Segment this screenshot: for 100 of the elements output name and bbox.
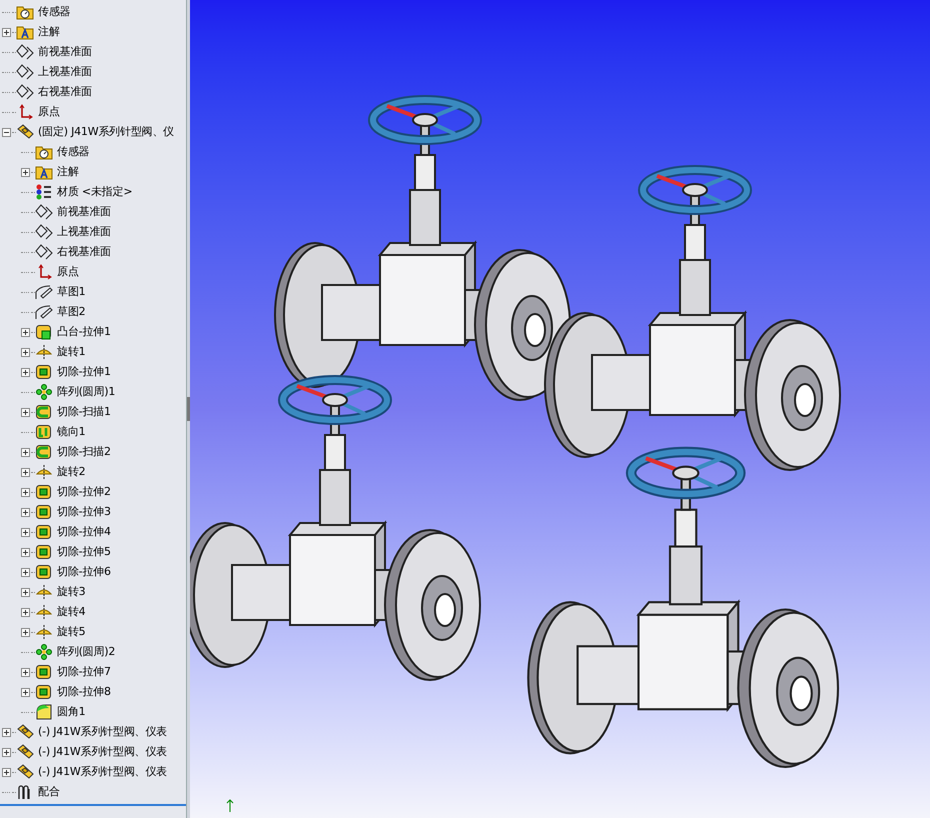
extrude-boss-icon xyxy=(35,324,53,340)
tree-item-label[interactable]: 材质 <未指定> xyxy=(57,184,132,200)
expand-toggle[interactable] xyxy=(20,628,30,636)
tree-item-label[interactable]: 切除-拉伸5 xyxy=(57,544,111,560)
tree-item-label[interactable]: 切除-扫描1 xyxy=(57,404,111,420)
sweep-cut-icon xyxy=(35,444,53,460)
plane-icon xyxy=(35,204,53,220)
tree-item-label[interactable]: 切除-拉伸6 xyxy=(57,564,111,580)
part-blocks-icon xyxy=(16,124,34,140)
expand-toggle[interactable] xyxy=(20,528,30,536)
plane-icon xyxy=(35,244,53,260)
tree-item-label[interactable]: 圆角1 xyxy=(57,704,86,720)
tree-item-label[interactable]: 上视基准面 xyxy=(57,224,112,240)
tree-item-label[interactable]: 切除-拉伸3 xyxy=(57,504,111,520)
tree-item-label[interactable]: 草图1 xyxy=(57,284,86,300)
revolve-icon xyxy=(35,464,53,480)
tree-item-label[interactable]: 右视基准面 xyxy=(38,84,92,100)
tree-item-label[interactable]: (固定) J41W系列针型阀、仪 xyxy=(38,124,174,140)
tree-item-label[interactable]: 上视基准面 xyxy=(38,64,92,80)
folder-letter-icon xyxy=(16,24,34,40)
expand-toggle[interactable] xyxy=(20,168,30,176)
revolve-icon xyxy=(35,604,53,620)
tree-item-label[interactable]: 前视基准面 xyxy=(38,44,92,60)
tree-item-label[interactable]: 草图2 xyxy=(57,304,86,320)
tree-item-label[interactable]: 阵列(圆周)1 xyxy=(57,384,116,400)
tree-item-label[interactable]: 切除-拉伸2 xyxy=(57,484,111,500)
tree-item-label[interactable]: 切除-拉伸4 xyxy=(57,524,111,540)
extrude-cut-icon xyxy=(35,684,53,700)
tree-item-label[interactable]: 传感器 xyxy=(57,144,90,160)
expand-toggle[interactable] xyxy=(20,408,30,416)
expand-toggle[interactable] xyxy=(2,728,10,736)
plane-icon xyxy=(16,84,34,100)
expand-toggle[interactable] xyxy=(20,348,30,356)
tree-item-label[interactable]: 原点 xyxy=(57,264,79,280)
part-blocks-icon xyxy=(16,764,34,780)
tree-item-label[interactable]: 旋转4 xyxy=(57,604,86,620)
tree-item-label[interactable]: 切除-扫描2 xyxy=(57,444,111,460)
folder-gauge-icon xyxy=(35,144,53,160)
revolve-icon xyxy=(35,584,53,600)
folder-letter-icon xyxy=(35,164,53,180)
expand-toggle[interactable] xyxy=(20,568,30,576)
extrude-cut-icon xyxy=(35,664,53,680)
tree-item-label[interactable]: 注解 xyxy=(38,24,60,40)
tree-item-label[interactable]: 旋转3 xyxy=(57,584,86,600)
part-blocks-icon xyxy=(16,724,34,740)
folder-gauge-icon xyxy=(16,4,34,20)
tree-item-label[interactable]: 配合 xyxy=(38,784,60,800)
tree-item-label[interactable]: 切除-拉伸8 xyxy=(57,684,111,700)
expand-toggle[interactable] xyxy=(20,608,30,616)
sweep-cut-icon xyxy=(35,404,53,420)
axis-triad-icon xyxy=(226,799,234,812)
tree-item-label[interactable]: 传感器 xyxy=(38,4,70,20)
tree-item-label[interactable]: 镜向1 xyxy=(57,424,86,440)
expand-toggle[interactable] xyxy=(2,768,10,776)
plane-icon xyxy=(16,44,34,60)
extrude-cut-icon xyxy=(35,544,53,560)
tree-item-label[interactable]: 旋转2 xyxy=(57,464,86,480)
expand-toggle[interactable] xyxy=(20,688,30,696)
extrude-cut-icon xyxy=(35,504,53,520)
sketch-icon xyxy=(35,284,53,300)
expand-toggle[interactable] xyxy=(20,508,30,516)
expand-toggle[interactable] xyxy=(20,588,30,596)
circular-pattern-icon xyxy=(35,384,53,400)
revolve-icon xyxy=(35,344,53,360)
collapse-toggle[interactable] xyxy=(2,128,10,136)
tree-item-label[interactable]: 切除-拉伸1 xyxy=(57,364,111,380)
tree-item-label[interactable]: 旋转1 xyxy=(57,344,86,360)
extrude-cut-icon xyxy=(35,484,53,500)
expand-toggle[interactable] xyxy=(20,448,30,456)
expand-toggle[interactable] xyxy=(20,468,30,476)
expand-toggle[interactable] xyxy=(20,368,30,376)
plane-icon xyxy=(16,64,34,80)
plane-icon xyxy=(35,224,53,240)
expand-toggle[interactable] xyxy=(2,748,10,756)
expand-toggle[interactable] xyxy=(20,328,30,336)
material-icon xyxy=(35,184,53,200)
tree-item-label[interactable]: 切除-拉伸7 xyxy=(57,664,111,680)
tree-item-label[interactable]: 注解 xyxy=(57,164,79,180)
extrude-cut-icon xyxy=(35,524,53,540)
tree-item-label[interactable]: (-) J41W系列针型阀、仪表 xyxy=(38,724,167,740)
extrude-cut-icon xyxy=(35,364,53,380)
extrude-cut-icon xyxy=(35,564,53,580)
tree-item-label[interactable]: 右视基准面 xyxy=(57,244,112,260)
tree-item-label[interactable]: 阵列(圆周)2 xyxy=(57,644,116,660)
tree-item-label[interactable]: 凸台-拉伸1 xyxy=(57,324,111,340)
3d-viewport[interactable] xyxy=(190,0,930,818)
tree-item-label[interactable]: (-) J41W系列针型阀、仪表 xyxy=(38,744,167,760)
tree-item-label[interactable]: 前视基准面 xyxy=(57,204,112,220)
tree-item-label[interactable]: 原点 xyxy=(38,104,60,120)
expand-toggle[interactable] xyxy=(20,488,30,496)
expand-toggle[interactable] xyxy=(20,668,30,676)
revolve-icon xyxy=(35,624,53,640)
circular-pattern-icon xyxy=(35,644,53,660)
part-blocks-icon xyxy=(16,744,34,760)
fillet-icon xyxy=(35,704,53,720)
expand-toggle[interactable] xyxy=(2,28,10,36)
sketch-icon xyxy=(35,304,53,320)
expand-toggle[interactable] xyxy=(20,548,30,556)
tree-item-label[interactable]: (-) J41W系列针型阀、仪表 xyxy=(38,764,167,780)
tree-item-label[interactable]: 旋转5 xyxy=(57,624,86,640)
